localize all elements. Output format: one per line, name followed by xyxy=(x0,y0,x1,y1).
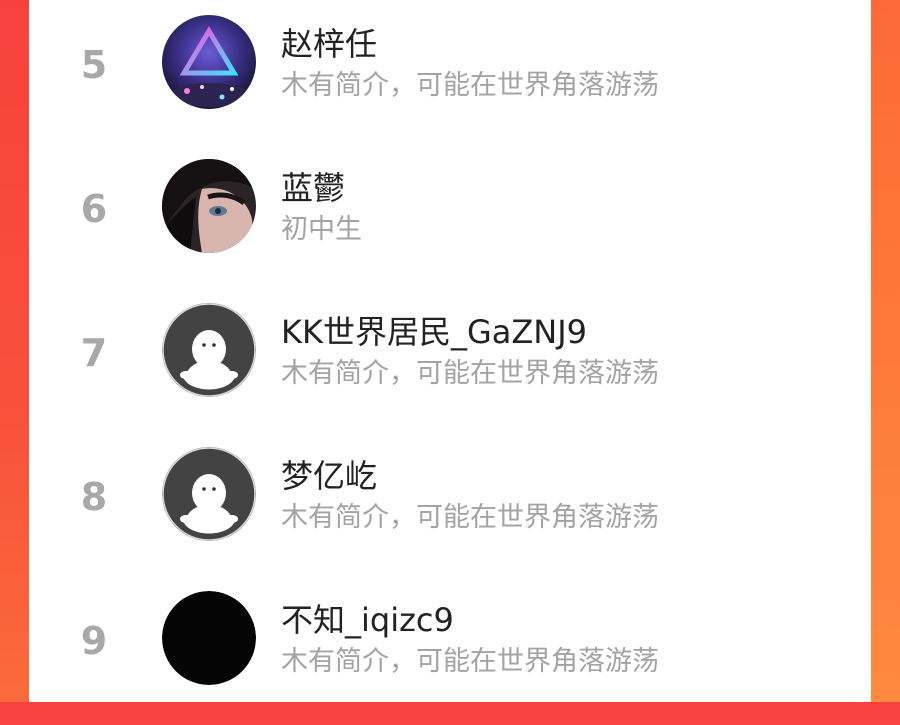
default-person-avatar[interactable] xyxy=(162,447,256,541)
ranking-row[interactable]: 5 赵梓任 木有简介，可能在世界角落游荡 xyxy=(29,5,871,149)
right-gradient-border xyxy=(871,0,900,702)
ranking-row[interactable]: 9 不知_iqizc9 木有简介，可能在世界角落游荡 xyxy=(29,581,871,725)
rank-number: 6 xyxy=(80,187,108,231)
user-bio: 木有简介，可能在世界角落游荡 xyxy=(281,502,659,533)
black-circle-avatar[interactable] xyxy=(162,591,256,685)
user-bio: 木有简介，可能在世界角落游荡 xyxy=(281,646,659,677)
neon-triangle-avatar[interactable] xyxy=(162,15,256,109)
ranking-row[interactable]: 6 蓝鬱 初中生 xyxy=(29,149,871,293)
user-bio: 木有简介，可能在世界角落游荡 xyxy=(281,358,659,389)
rank-number: 9 xyxy=(80,619,108,663)
user-name[interactable]: 赵梓任 xyxy=(281,19,377,65)
rank-number: 7 xyxy=(80,331,108,375)
rank-number: 5 xyxy=(80,43,108,87)
ranking-row[interactable]: 7 KK世界居民_GaZNJ9 木有简介，可能在世界角落游荡 xyxy=(29,293,871,437)
user-name[interactable]: 梦亿屹 xyxy=(281,451,377,497)
default-person-avatar[interactable] xyxy=(162,303,256,397)
rank-number: 8 xyxy=(80,475,108,519)
user-name[interactable]: 蓝鬱 xyxy=(281,163,345,209)
user-bio: 初中生 xyxy=(281,214,362,245)
left-gradient-border xyxy=(0,0,29,702)
ranking-row[interactable]: 8 梦亿屹 木有简介，可能在世界角落游荡 xyxy=(29,437,871,581)
user-bio: 木有简介，可能在世界角落游荡 xyxy=(281,70,659,101)
anime-boy-avatar[interactable] xyxy=(162,159,256,253)
ranking-list-card: 5 赵梓任 木有简介，可能在世界角落游荡 6 蓝鬱 初中生 7 KK世界居民_G… xyxy=(29,0,871,702)
user-name[interactable]: 不知_iqizc9 xyxy=(281,595,454,641)
user-name[interactable]: KK世界居民_GaZNJ9 xyxy=(281,307,587,353)
